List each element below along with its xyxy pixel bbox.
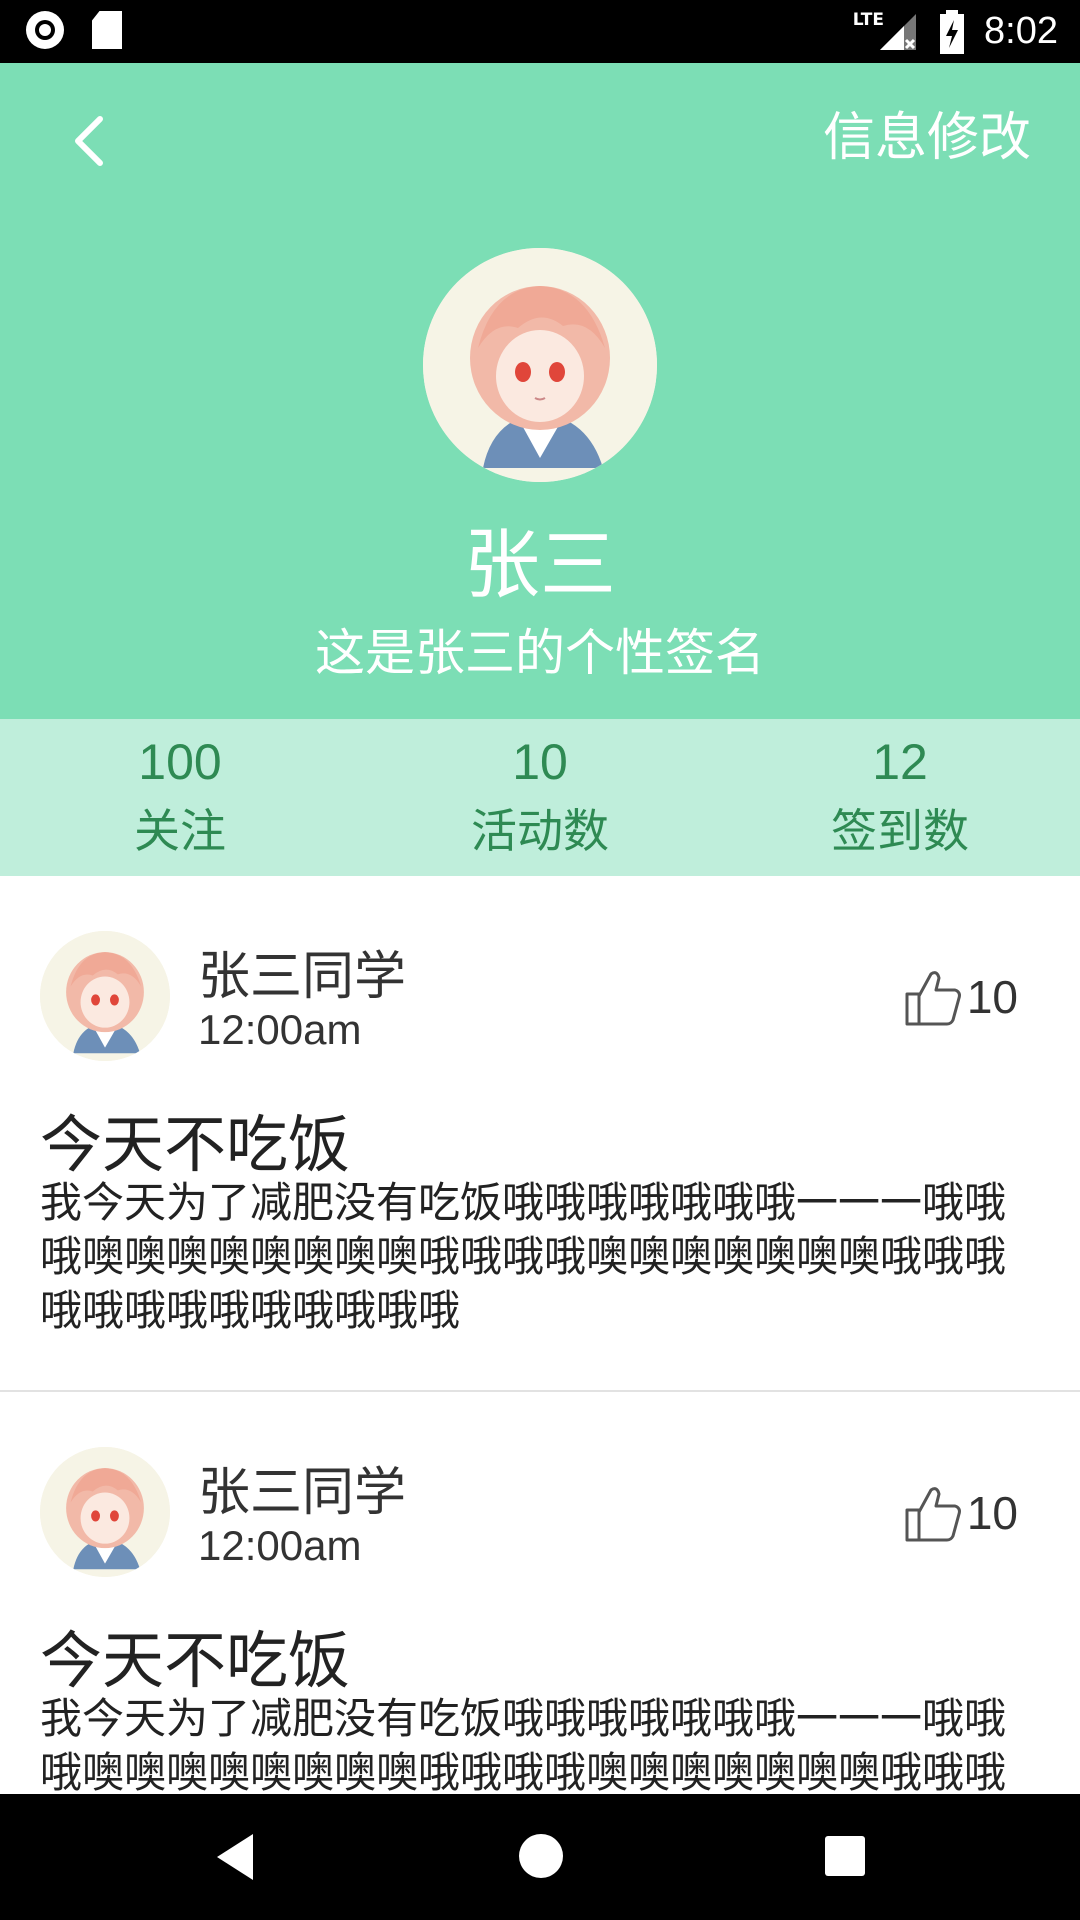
like-count: 10: [966, 1487, 1018, 1539]
stat-value: 100: [138, 734, 222, 790]
post-time: 12:00am: [198, 1006, 362, 1053]
like-count: 10: [966, 971, 1018, 1023]
post-author: 张三同学: [198, 1463, 407, 1523]
battery-charging-icon: [940, 9, 965, 54]
post-author: 张三同学: [198, 947, 407, 1007]
back-arrow-icon[interactable]: [62, 101, 122, 181]
stat-checkins[interactable]: 12 签到数: [720, 719, 1080, 876]
nav-home-icon[interactable]: [519, 1834, 563, 1878]
avatar-illustration: [40, 931, 170, 1061]
stat-value: 12: [872, 734, 928, 790]
avatar-illustration: [40, 1447, 170, 1577]
edit-info-button[interactable]: 信息修改: [823, 95, 1031, 170]
like-button[interactable]: 10: [903, 966, 1018, 1028]
nav-recents-icon[interactable]: [825, 1836, 865, 1876]
nav-back-icon[interactable]: [215, 1832, 255, 1882]
record-icon: [26, 11, 64, 49]
post-avatar[interactable]: [40, 931, 170, 1061]
post-title: 今天不吃饭: [40, 1624, 351, 1697]
stat-label: 签到数: [831, 804, 969, 858]
stat-value: 10: [512, 734, 568, 790]
sd-card-icon: [92, 11, 122, 49]
like-button[interactable]: 10: [903, 1482, 1018, 1544]
profile-signature: 这是张三的个性签名: [315, 624, 765, 682]
stat-following[interactable]: 100 关注: [0, 719, 360, 876]
status-bar: LTE 8:02: [0, 0, 1080, 63]
post-card[interactable]: 张三同学 12:00am 10 今天不吃饭 我今天为了减肥没有吃饭哦哦哦哦哦哦哦…: [0, 1392, 1080, 1794]
signal-icon: [880, 13, 917, 50]
stats-bar: 100 关注 10 活动数 12 签到数: [0, 719, 1080, 876]
post-time: 12:00am: [198, 1522, 362, 1569]
post-card[interactable]: 张三同学 12:00am 10 今天不吃饭 我今天为了减肥没有吃饭哦哦哦哦哦哦哦…: [0, 876, 1080, 1392]
system-nav-bar: [0, 1794, 1080, 1920]
avatar-illustration: [423, 248, 657, 482]
clock: 8:02: [984, 10, 1058, 52]
post-avatar[interactable]: [40, 1447, 170, 1577]
thumbs-up-icon: [905, 1487, 961, 1542]
thumbs-up-icon: [905, 971, 961, 1026]
profile-avatar[interactable]: [423, 248, 657, 482]
stat-label: 活动数: [471, 804, 609, 858]
profile-header: 信息修改 张三 这是张三的个性签名: [0, 63, 1080, 719]
post-body: 我今天为了减肥没有吃饭哦哦哦哦哦哦哦一一一哦哦哦噢噢噢噢噢噢噢噢哦哦哦哦噢噢噢噢…: [40, 1178, 1007, 1335]
stat-label: 关注: [134, 804, 226, 858]
post-feed[interactable]: 张三同学 12:00am 10 今天不吃饭 我今天为了减肥没有吃饭哦哦哦哦哦哦哦…: [0, 876, 1080, 1794]
stat-activities[interactable]: 10 活动数: [360, 719, 720, 876]
post-body: 我今天为了减肥没有吃饭哦哦哦哦哦哦哦一一一哦哦哦噢噢噢噢噢噢噢噢哦哦哦哦噢噢噢噢…: [40, 1694, 1007, 1794]
profile-name: 张三: [464, 520, 616, 609]
post-title: 今天不吃饭: [40, 1108, 351, 1181]
